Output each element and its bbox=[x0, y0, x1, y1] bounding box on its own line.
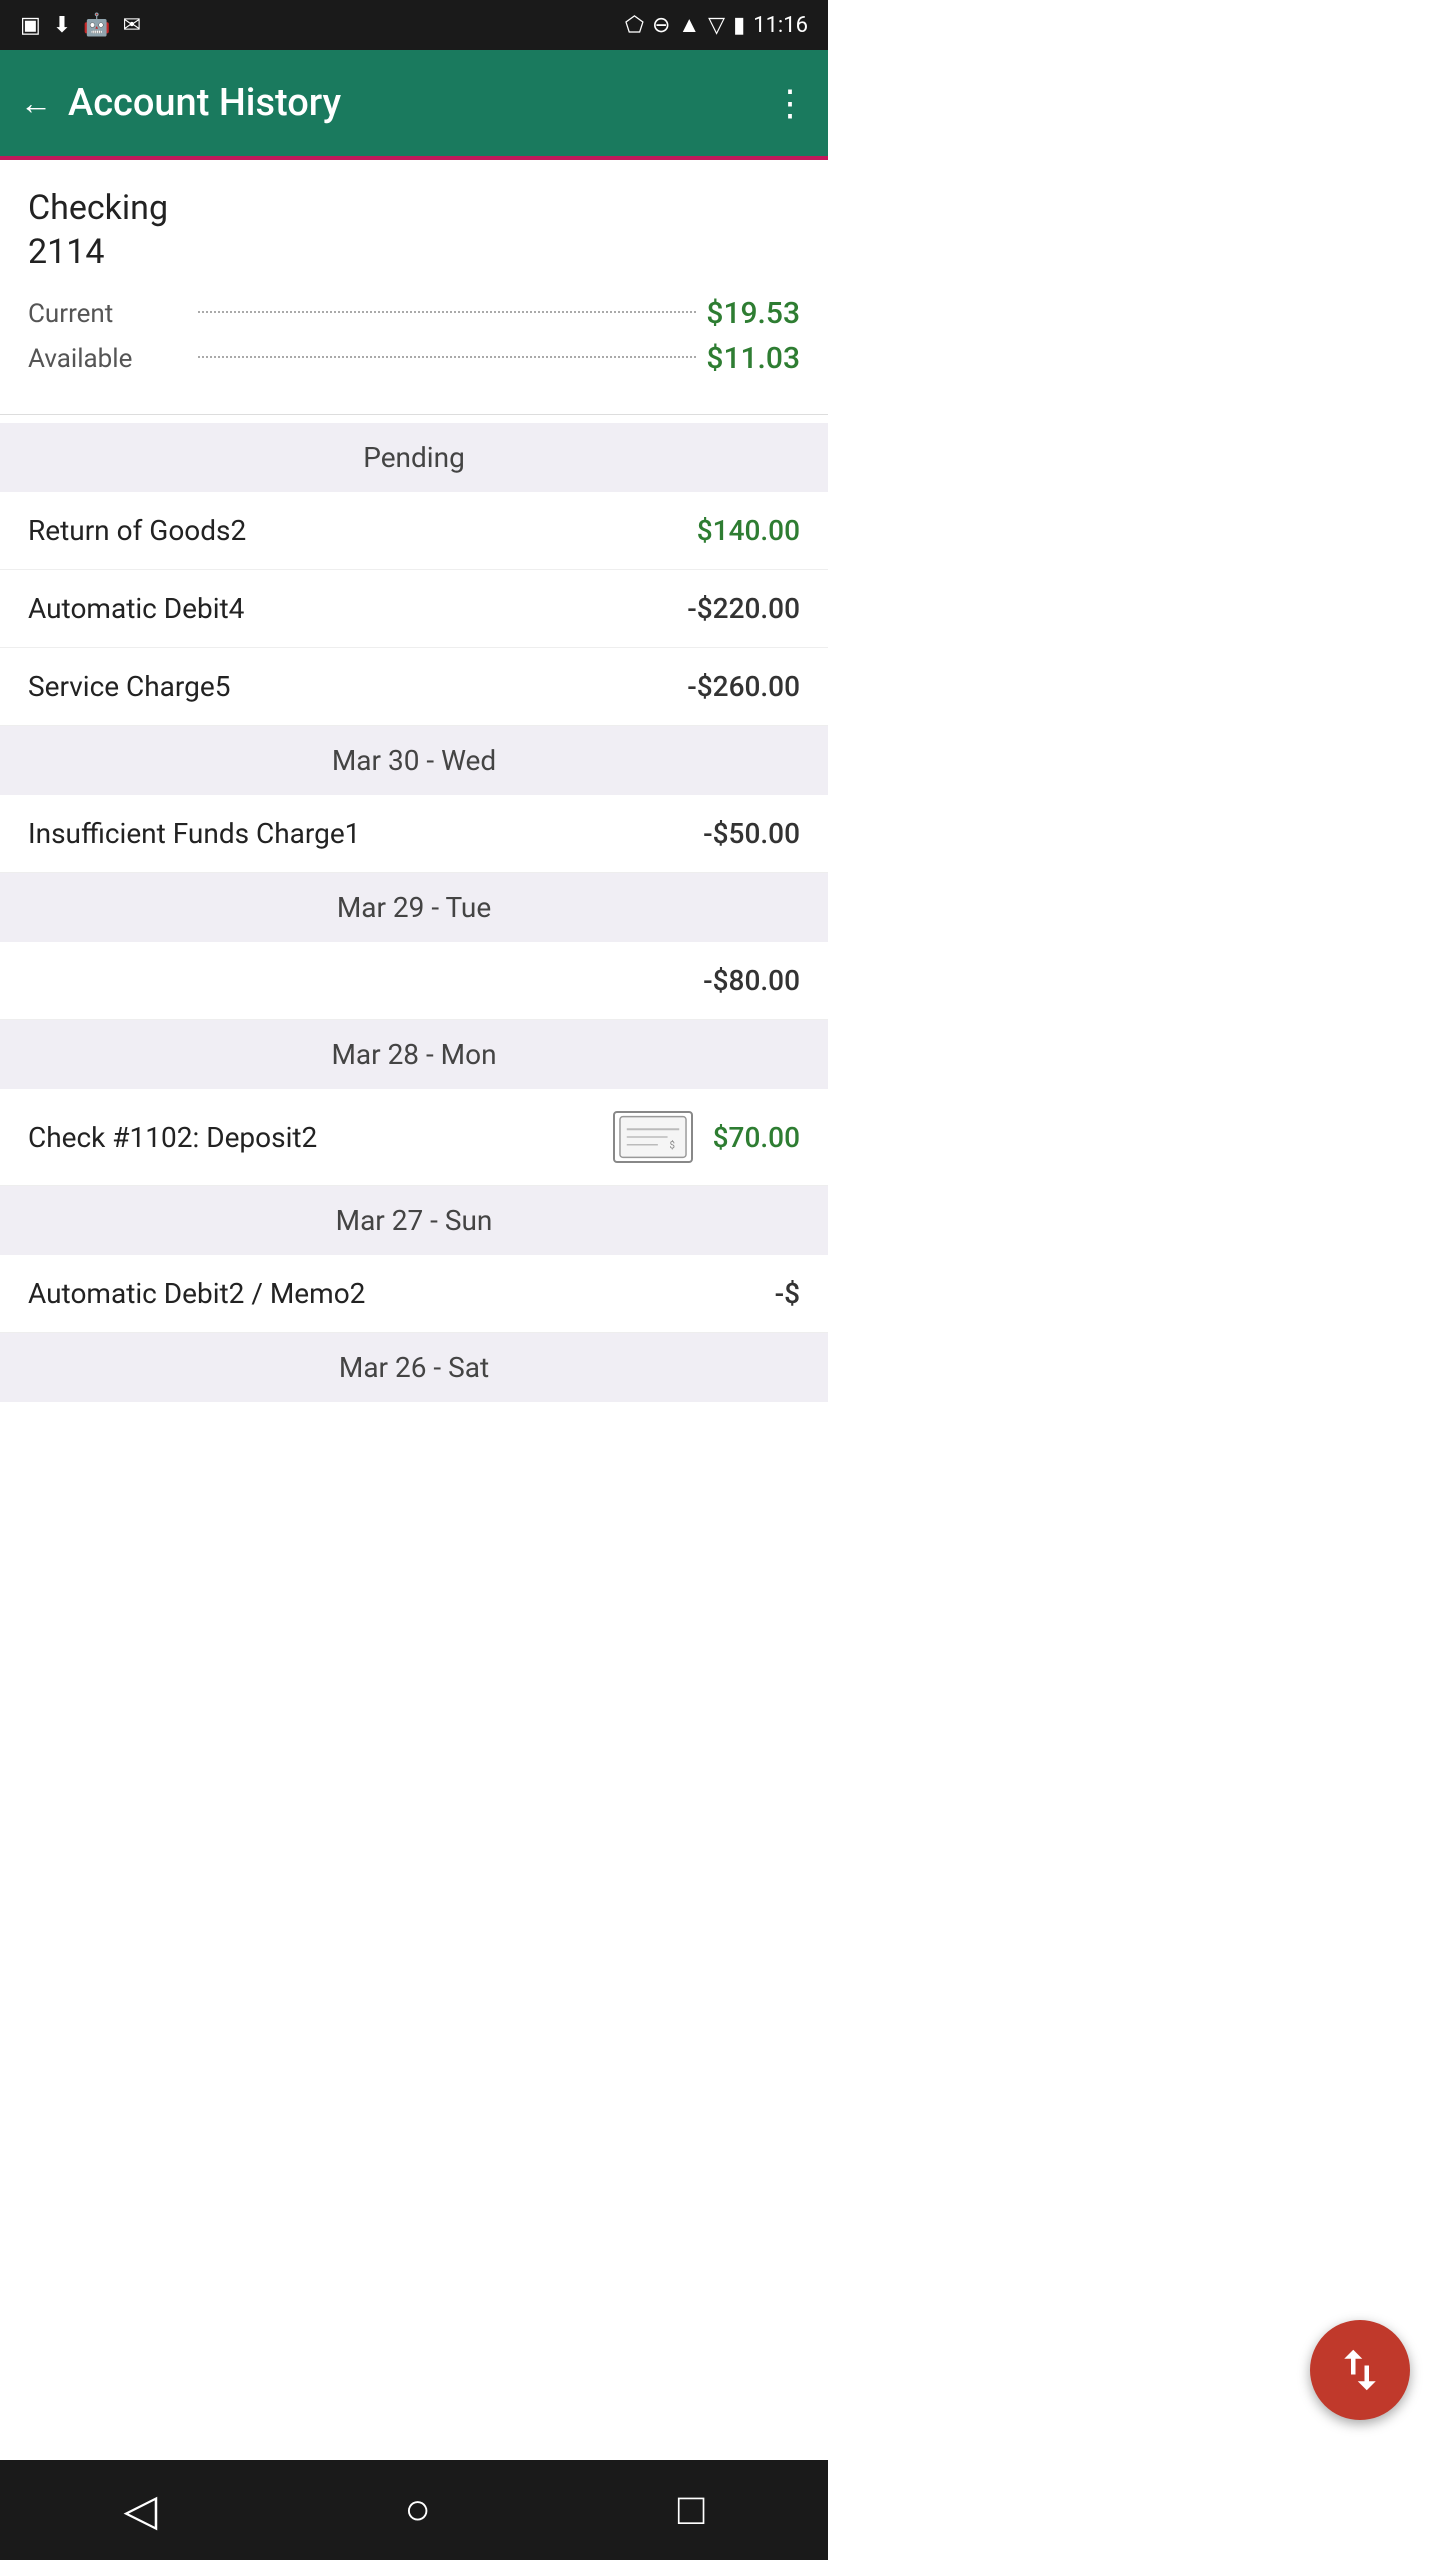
app-bar: ← Account History ⋮ bbox=[0, 50, 828, 160]
transaction-right: $ $70.00 bbox=[613, 1111, 800, 1163]
home-nav-button[interactable]: ○ bbox=[404, 2485, 431, 2535]
more-icon: ⋮ bbox=[772, 82, 808, 123]
transaction-amount: $70.00 bbox=[713, 1121, 800, 1154]
transaction-name: Service Charge5 bbox=[28, 670, 230, 703]
current-label: Current bbox=[28, 299, 188, 329]
android-icon: 🤖 bbox=[83, 13, 110, 38]
back-nav-icon: ◁ bbox=[124, 2485, 158, 2536]
status-time: 11:16 bbox=[753, 13, 808, 38]
current-amount: $19.53 bbox=[706, 296, 800, 331]
status-right: ⬠ ⊖ ▲ ▽ ▮ 11:16 bbox=[625, 12, 808, 38]
back-button[interactable]: ← bbox=[20, 85, 52, 122]
transaction-name: Return of Goods2 bbox=[28, 514, 246, 547]
bottom-nav: ◁ ○ □ bbox=[0, 2460, 828, 2560]
screen-icon: ▣ bbox=[20, 13, 41, 38]
section-header-mar26: Mar 26 - Sat bbox=[0, 1333, 828, 1402]
battery-icon: ▮ bbox=[733, 13, 745, 38]
svg-text:$: $ bbox=[669, 1141, 674, 1152]
status-bar: ▣ ⬇ 🤖 ✉ ⬠ ⊖ ▲ ▽ ▮ 11:16 bbox=[0, 0, 828, 50]
minus-circle-icon: ⊖ bbox=[652, 13, 670, 38]
section-header-mar27: Mar 27 - Sun bbox=[0, 1186, 828, 1255]
recents-nav-button[interactable]: □ bbox=[678, 2485, 705, 2535]
account-number: 2114 bbox=[28, 232, 800, 272]
transfer-icon bbox=[1333, 2343, 1387, 2397]
transaction-amount: -$260.00 bbox=[687, 670, 800, 703]
transaction-amount: -$80.00 bbox=[703, 964, 800, 997]
status-left: ▣ ⬇ 🤖 ✉ bbox=[20, 13, 141, 38]
transaction-name: Check #1102: Deposit2 bbox=[28, 1121, 317, 1154]
transaction-row[interactable]: Automatic Debit2 / Memo2 -$ bbox=[0, 1255, 828, 1333]
available-label: Available bbox=[28, 344, 188, 374]
section-header-mar30: Mar 30 - Wed bbox=[0, 726, 828, 795]
available-dots bbox=[198, 356, 696, 358]
mail-icon: ✉ bbox=[123, 13, 141, 38]
download-icon: ⬇ bbox=[53, 13, 71, 38]
transaction-amount: -$ bbox=[775, 1277, 800, 1310]
transaction-row-check[interactable]: Check #1102: Deposit2 $ $70.00 bbox=[0, 1089, 828, 1186]
bluetooth-icon: ⬠ bbox=[625, 13, 644, 38]
page-title: Account History bbox=[68, 81, 341, 125]
transaction-name: Insufficient Funds Charge1 bbox=[28, 817, 360, 850]
transaction-amount: -$50.00 bbox=[703, 817, 800, 850]
transaction-name: Automatic Debit4 bbox=[28, 592, 244, 625]
transaction-row-empty[interactable]: -$80.00 bbox=[0, 942, 828, 1020]
transaction-row[interactable]: Insufficient Funds Charge1 -$50.00 bbox=[0, 795, 828, 873]
balance-rows: Current $19.53 Available $11.03 bbox=[28, 296, 800, 376]
available-balance-row: Available $11.03 bbox=[28, 341, 800, 376]
transfer-fab-button[interactable] bbox=[1310, 2320, 1410, 2420]
app-bar-left: ← Account History bbox=[20, 81, 341, 125]
section-header-mar28: Mar 28 - Mon bbox=[0, 1020, 828, 1089]
transaction-row[interactable]: Return of Goods2 $140.00 bbox=[0, 492, 828, 570]
check-image-icon: $ bbox=[613, 1111, 693, 1163]
account-info: Checking 2114 Current $19.53 Available $… bbox=[0, 160, 828, 406]
back-nav-button[interactable]: ◁ bbox=[124, 2485, 158, 2536]
current-dots bbox=[198, 311, 696, 313]
home-nav-icon: ○ bbox=[404, 2485, 431, 2535]
recents-nav-icon: □ bbox=[678, 2485, 705, 2535]
nosim-icon: ▽ bbox=[708, 13, 725, 38]
transaction-left: Check #1102: Deposit2 bbox=[28, 1121, 317, 1154]
more-options-button[interactable]: ⋮ bbox=[772, 82, 808, 124]
content: Checking 2114 Current $19.53 Available $… bbox=[0, 160, 828, 1402]
available-amount: $11.03 bbox=[706, 341, 800, 376]
transaction-amount: -$220.00 bbox=[687, 592, 800, 625]
section-header-mar29: Mar 29 - Tue bbox=[0, 873, 828, 942]
wifi-icon: ▲ bbox=[678, 12, 700, 38]
divider-top bbox=[0, 414, 828, 415]
section-header-pending: Pending bbox=[0, 423, 828, 492]
account-name: Checking bbox=[28, 188, 800, 228]
transaction-amount: $140.00 bbox=[697, 514, 800, 547]
back-icon: ← bbox=[20, 85, 52, 122]
transaction-row[interactable]: Service Charge5 -$260.00 bbox=[0, 648, 828, 726]
transaction-row[interactable]: Automatic Debit4 -$220.00 bbox=[0, 570, 828, 648]
current-balance-row: Current $19.53 bbox=[28, 296, 800, 331]
transaction-name: Automatic Debit2 / Memo2 bbox=[28, 1277, 365, 1310]
